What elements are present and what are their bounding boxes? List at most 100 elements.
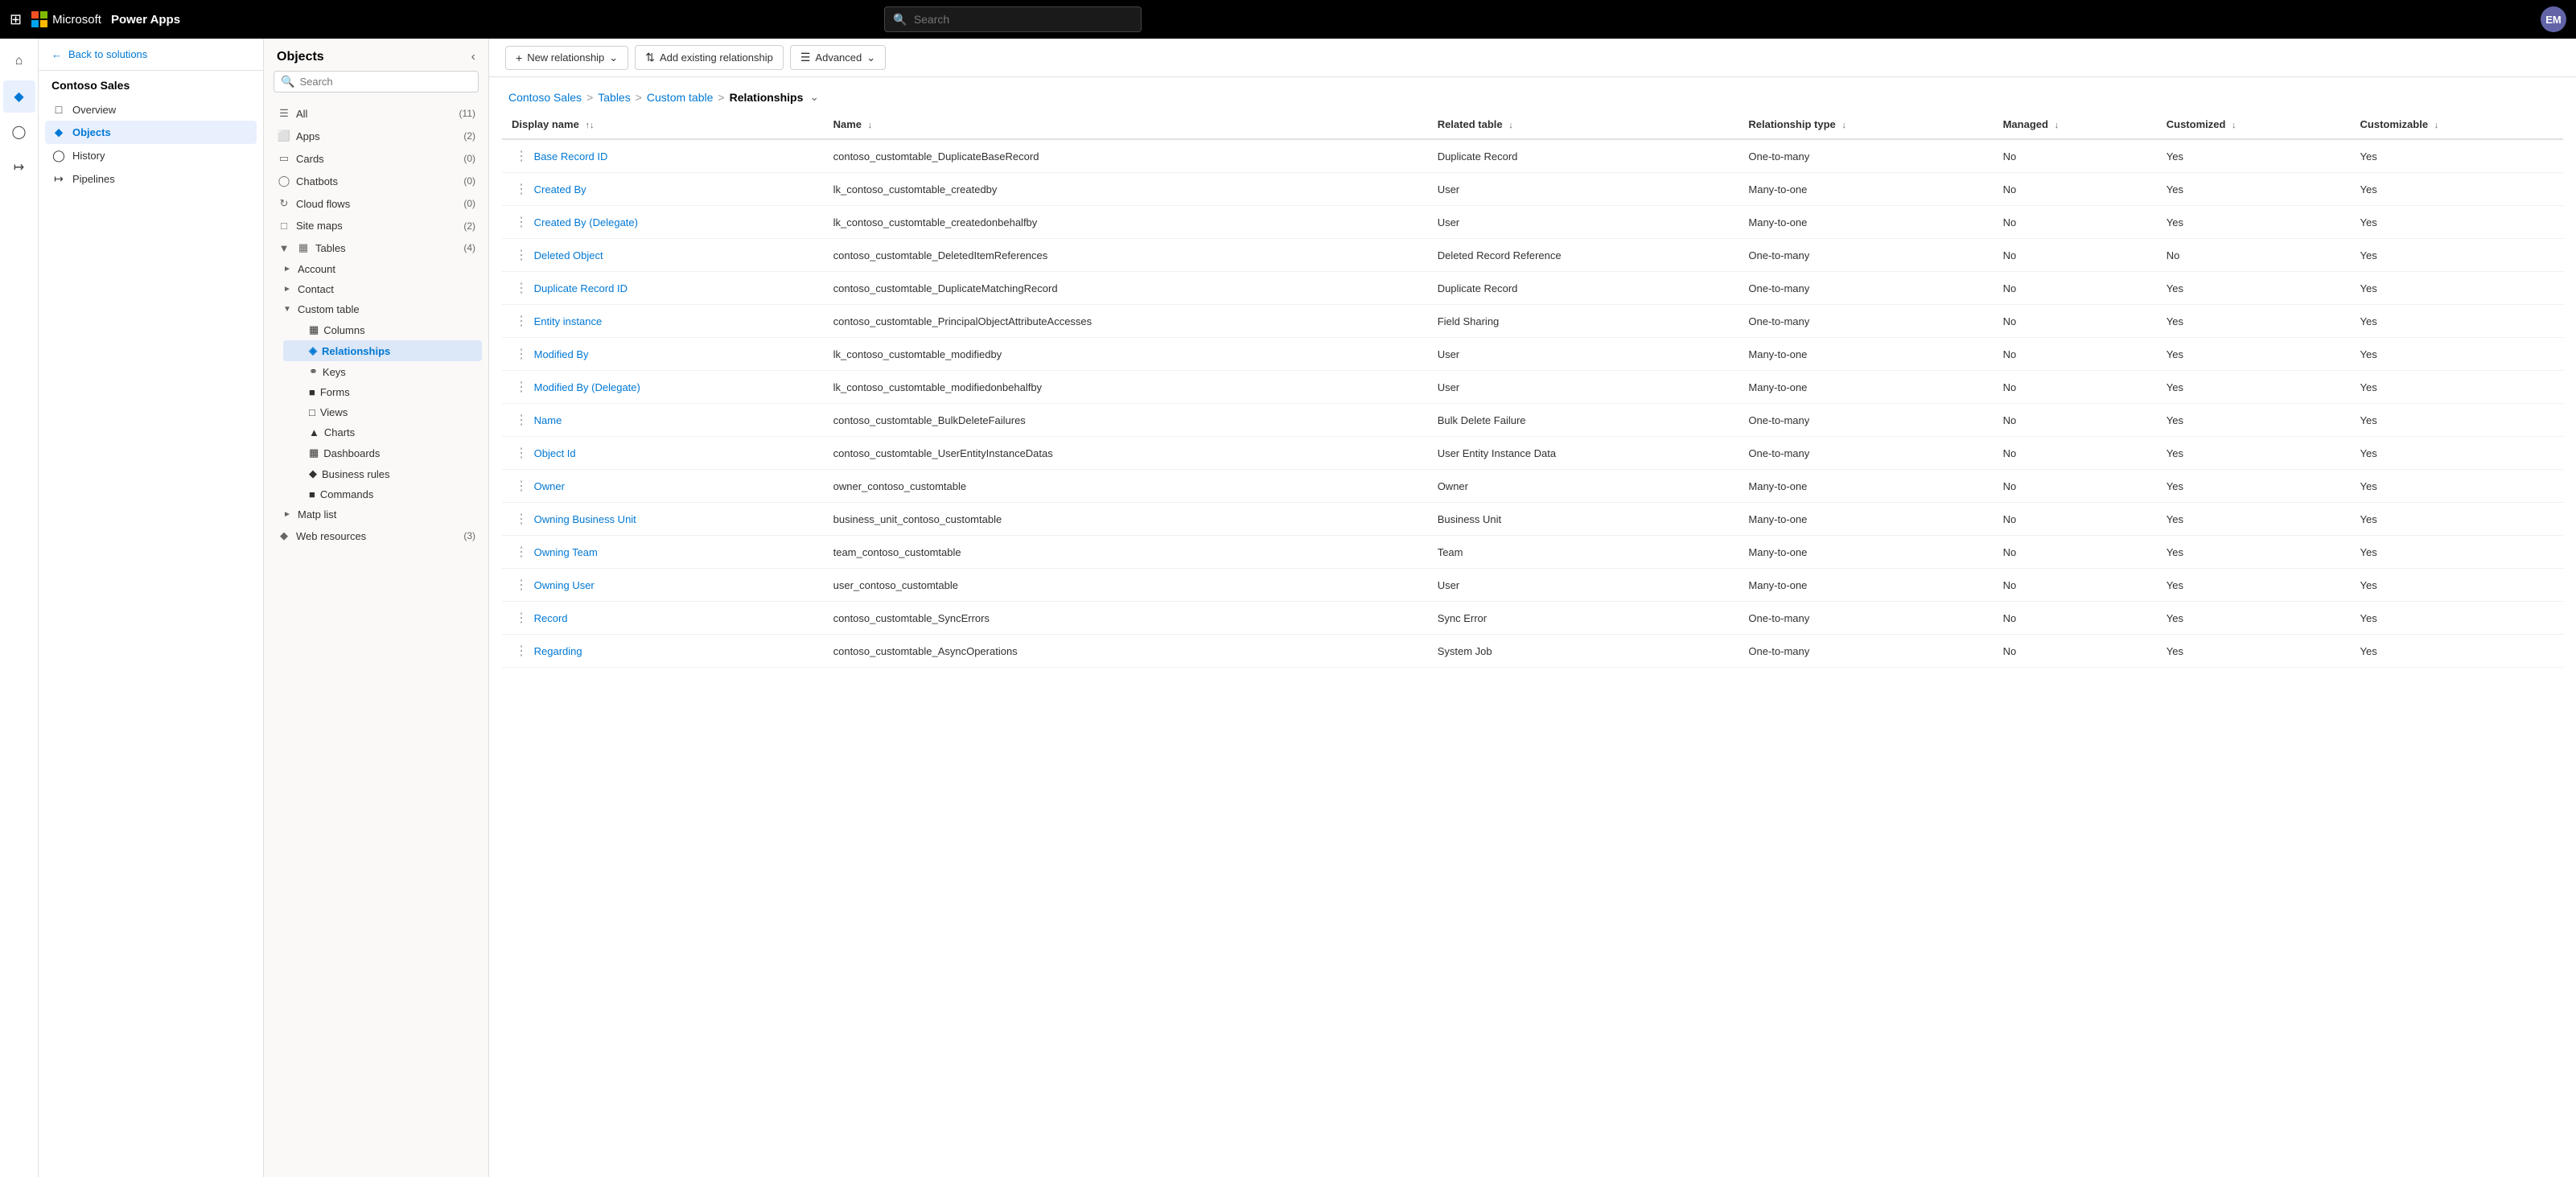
row-menu-2[interactable]: ⋮ [512, 216, 531, 229]
tree-item-maplist[interactable]: ► Matp list [277, 504, 482, 525]
col-header-relationshiptype[interactable]: Relationship type ↓ [1739, 110, 1993, 139]
search-box[interactable]: 🔍 [884, 6, 1142, 32]
row-menu-12[interactable]: ⋮ [512, 545, 531, 559]
breadcrumb-item-customtable[interactable]: Custom table [647, 91, 713, 104]
breadcrumb-item-contososales[interactable]: Contoso Sales [508, 91, 582, 104]
cell-relationshiptype-14: One-to-many [1739, 602, 1993, 635]
objects-list-item-chatbots[interactable]: ◯ Chatbots (0) [270, 170, 482, 192]
back-to-solutions[interactable]: ← Back to solutions [39, 39, 263, 71]
objects-list-item-all[interactable]: ☰ All (11) [270, 102, 482, 125]
row-menu-6[interactable]: ⋮ [512, 348, 531, 361]
objects-list-item-cloudflows[interactable]: ↻ Cloud flows (0) [270, 192, 482, 215]
tree-subitem-keys[interactable]: ⚭ Keys [283, 361, 482, 382]
sort-relatedtable-icon: ↓ [1508, 121, 1513, 130]
relationships-table: Display name ↑↓ Name ↓ Related table ↓ [502, 110, 2563, 668]
collapse-icon[interactable]: ‹ [471, 50, 475, 64]
row-menu-14[interactable]: ⋮ [512, 611, 531, 625]
objects-search[interactable]: 🔍 [274, 71, 479, 93]
sidebar-item-overview[interactable]: □ Overview [45, 98, 257, 121]
cell-relationshiptype-11: Many-to-one [1739, 503, 1993, 536]
row-menu-4[interactable]: ⋮ [512, 282, 531, 295]
col-header-customized[interactable]: Customized ↓ [2157, 110, 2351, 139]
tree-subitem-commands[interactable]: ■ Commands [283, 484, 482, 504]
row-menu-11[interactable]: ⋮ [512, 512, 531, 526]
objects-list-item-sitemaps[interactable]: □ Site maps (2) [270, 215, 482, 237]
cell-displayname-14: ⋮ Record [502, 602, 824, 635]
tree-subitem-columns[interactable]: ▦ Columns [283, 319, 482, 340]
row-menu-7[interactable]: ⋮ [512, 381, 531, 394]
objects-list-item-apps[interactable]: ⬜ Apps (2) [270, 125, 482, 147]
cell-managed-4: No [1994, 272, 2157, 305]
tree-item-customtable[interactable]: ▼ Custom table [277, 299, 482, 319]
new-relationship-button[interactable]: + New relationship ⌄ [505, 46, 628, 70]
add-existing-relationship-button[interactable]: ⇅ Add existing relationship [635, 45, 784, 70]
col-header-relatedtable[interactable]: Related table ↓ [1428, 110, 1739, 139]
cell-managed-0: No [1994, 139, 2157, 173]
table-row: ⋮ Name contoso_customtable_BulkDeleteFai… [502, 404, 2563, 437]
sidebar-item-objects[interactable]: ⬥ Objects [45, 121, 257, 144]
cell-managed-10: No [1994, 470, 2157, 503]
row-menu-1[interactable]: ⋮ [512, 183, 531, 196]
cell-name-5: contoso_customtable_PrincipalObjectAttri… [824, 305, 1428, 338]
tree-subitem-businessrules[interactable]: ◆ Business rules [283, 463, 482, 484]
row-menu-3[interactable]: ⋮ [512, 249, 531, 262]
waffle-icon[interactable]: ⊞ [10, 11, 22, 28]
row-menu-9[interactable]: ⋮ [512, 447, 531, 460]
advanced-button[interactable]: ☰ Advanced ⌄ [790, 45, 886, 70]
cell-relationshiptype-6: Many-to-one [1739, 338, 1993, 371]
sidebar-item-history[interactable]: ◯ History [45, 144, 257, 167]
cell-displayname-0: ⋮ Base Record ID [502, 139, 824, 173]
cell-relatedtable-4: Duplicate Record [1428, 272, 1739, 305]
tree-item-account[interactable]: ► Account [277, 259, 482, 279]
tree-subitem-views[interactable]: □ Views [283, 402, 482, 422]
col-header-name[interactable]: Name ↓ [824, 110, 1428, 139]
sidebar-item-pipelines[interactable]: ↦ Pipelines [45, 167, 257, 191]
objects-list: ☰ All (11) ⬜ Apps (2) ▭ Cards (0) ◯ Chat… [264, 99, 488, 1177]
tree-item-contact[interactable]: ► Contact [277, 279, 482, 299]
row-menu-0[interactable]: ⋮ [512, 150, 531, 163]
table-row: ⋮ Owner owner_contoso_customtable Owner … [502, 470, 2563, 503]
cell-customized-15: Yes [2157, 635, 2351, 668]
row-menu-5[interactable]: ⋮ [512, 315, 531, 328]
cell-customizable-15: Yes [2351, 635, 2563, 668]
maplist-chevron: ► [283, 510, 294, 519]
cell-managed-15: No [1994, 635, 2157, 668]
table-row: ⋮ Record contoso_customtable_SyncErrors … [502, 602, 2563, 635]
pipelines-icon: ↦ [51, 172, 66, 186]
row-menu-15[interactable]: ⋮ [512, 644, 531, 658]
search-input[interactable] [914, 13, 1134, 26]
tree-subitem-forms[interactable]: ■ Forms [283, 382, 482, 402]
objects-search-input[interactable] [299, 76, 471, 88]
sitemaps-icon: □ [277, 220, 291, 232]
cell-displayname-3: ⋮ Deleted Object [502, 239, 824, 272]
col-header-managed[interactable]: Managed ↓ [1994, 110, 2157, 139]
objects-list-item-tables[interactable]: ▼ ▦ Tables (4) [270, 237, 482, 259]
cell-managed-13: No [1994, 569, 2157, 602]
cell-name-12: team_contoso_customtable [824, 536, 1428, 569]
ms-logo[interactable]: Microsoft [31, 11, 101, 27]
cell-customizable-1: Yes [2351, 173, 2563, 206]
breadcrumb-dropdown-icon[interactable]: ⌄ [809, 90, 819, 104]
tree-subitem-charts[interactable]: ▲ Charts [283, 422, 482, 442]
objects-list-item-webresources[interactable]: ◆ Web resources (3) [270, 525, 482, 547]
nav-icon-pipelines[interactable]: ↦ [3, 151, 35, 183]
row-menu-13[interactable]: ⋮ [512, 578, 531, 592]
cell-name-1: lk_contoso_customtable_createdby [824, 173, 1428, 206]
col-header-displayname[interactable]: Display name ↑↓ [502, 110, 824, 139]
user-avatar[interactable]: EM [2541, 6, 2566, 32]
row-menu-8[interactable]: ⋮ [512, 414, 531, 427]
nav-icon-home[interactable]: ⌂ [3, 45, 35, 77]
forms-icon: ■ [309, 386, 315, 398]
row-menu-10[interactable]: ⋮ [512, 479, 531, 493]
tree-subitem-dashboards[interactable]: ▦ Dashboards [283, 442, 482, 463]
cell-displayname-10: ⋮ Owner [502, 470, 824, 503]
breadcrumb-item-tables[interactable]: Tables [598, 91, 630, 104]
cell-managed-8: No [1994, 404, 2157, 437]
tree-subitem-relationships[interactable]: ◈ Relationships [283, 340, 482, 361]
cell-name-4: contoso_customtable_DuplicateMatchingRec… [824, 272, 1428, 305]
nav-icon-objects[interactable]: ◆ [3, 80, 35, 113]
customtable-chevron: ▼ [283, 305, 294, 314]
nav-icon-history[interactable]: ◯ [3, 116, 35, 148]
objects-list-item-cards[interactable]: ▭ Cards (0) [270, 147, 482, 170]
col-header-customizable[interactable]: Customizable ↓ [2351, 110, 2563, 139]
